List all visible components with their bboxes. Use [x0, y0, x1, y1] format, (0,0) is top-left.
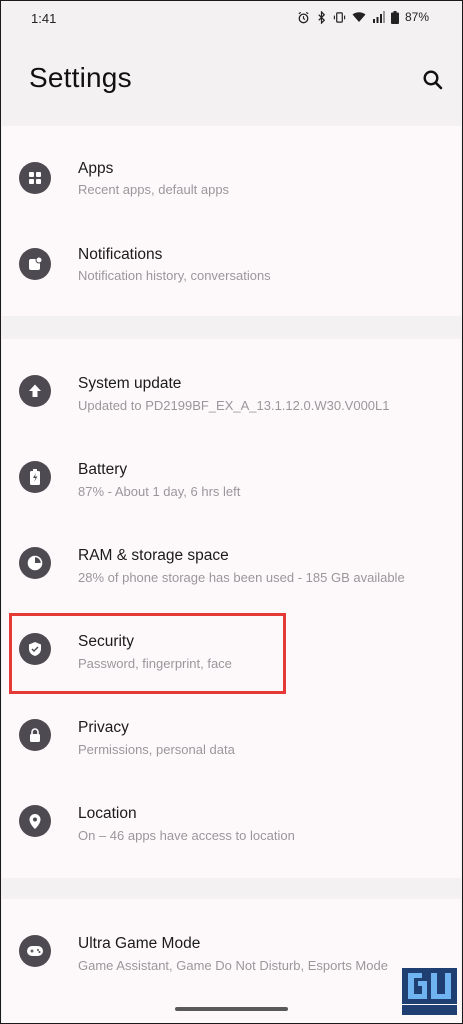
settings-item-label: Battery	[78, 461, 128, 478]
gesture-nav-bar[interactable]	[175, 1007, 288, 1011]
settings-item-battery[interactable]: Battery 87% - About 1 day, 6 hrs left	[2, 435, 461, 521]
search-icon[interactable]	[421, 68, 445, 92]
status-bar: 1:41 87%	[0, 0, 463, 38]
settings-group-1: Apps Recent apps, default apps Notificat…	[2, 126, 461, 316]
settings-item-label: Ultra Game Mode	[78, 935, 201, 952]
signal-icon	[372, 11, 385, 23]
settings-item-label: Apps	[78, 160, 114, 177]
settings-item-subtitle: 28% of phone storage has been used - 185…	[78, 570, 405, 585]
settings-item-privacy[interactable]: Privacy Permissions, personal data	[2, 693, 461, 779]
settings-item-subtitle: Recent apps, default apps	[78, 182, 230, 197]
settings-item-storage[interactable]: RAM & storage space 28% of phone storage…	[2, 521, 461, 607]
alarm-icon	[297, 11, 310, 24]
battery-status-icon	[390, 10, 399, 24]
settings-item-subtitle: 87% - About 1 day, 6 hrs left	[78, 484, 241, 499]
wifi-icon	[352, 11, 366, 23]
privacy-icon	[19, 719, 51, 751]
battery-percent: 87%	[404, 10, 429, 24]
status-icons: 87%	[297, 10, 429, 24]
security-highlight-box	[9, 613, 286, 694]
apps-icon	[19, 162, 51, 194]
settings-item-subtitle: Game Assistant, Game Do Not Disturb, Esp…	[78, 958, 388, 973]
settings-item-system-update[interactable]: System update Updated to PD2199BF_EX_A_1…	[2, 349, 461, 435]
settings-item-label: Privacy	[78, 719, 129, 736]
settings-item-apps[interactable]: Apps Recent apps, default apps	[2, 136, 461, 222]
settings-item-label: Notifications	[78, 246, 163, 263]
storage-icon	[19, 547, 51, 579]
page-title: Settings	[29, 62, 132, 93]
status-time: 1:41	[31, 11, 57, 26]
game-icon	[19, 935, 51, 967]
system-update-icon	[19, 375, 51, 407]
settings-item-location[interactable]: Location On – 46 apps have access to loc…	[2, 779, 461, 865]
settings-item-label: RAM & storage space	[78, 547, 229, 564]
watermark-logo	[402, 968, 457, 1016]
settings-item-label: System update	[78, 375, 182, 392]
settings-group-3: Ultra Game Mode Game Assistant, Game Do …	[2, 899, 461, 1024]
vibrate-icon	[333, 11, 346, 24]
settings-item-subtitle: On – 46 apps have access to location	[78, 828, 295, 843]
settings-item-ultra-game-mode[interactable]: Ultra Game Mode Game Assistant, Game Do …	[2, 909, 461, 995]
location-icon	[19, 805, 51, 837]
settings-item-subtitle: Permissions, personal data	[78, 742, 235, 757]
settings-item-label: Location	[78, 805, 137, 822]
settings-group-2: System update Updated to PD2199BF_EX_A_1…	[2, 339, 461, 878]
settings-item-notifications[interactable]: Notifications Notification history, conv…	[2, 222, 461, 308]
settings-item-subtitle: Updated to PD2199BF_EX_A_13.1.12.0.W30.V…	[78, 398, 390, 413]
battery-icon	[19, 461, 51, 493]
bluetooth-icon	[316, 10, 327, 24]
app-header: Settings	[0, 38, 463, 126]
notifications-icon	[19, 248, 51, 280]
settings-item-subtitle: Notification history, conversations	[78, 268, 271, 283]
